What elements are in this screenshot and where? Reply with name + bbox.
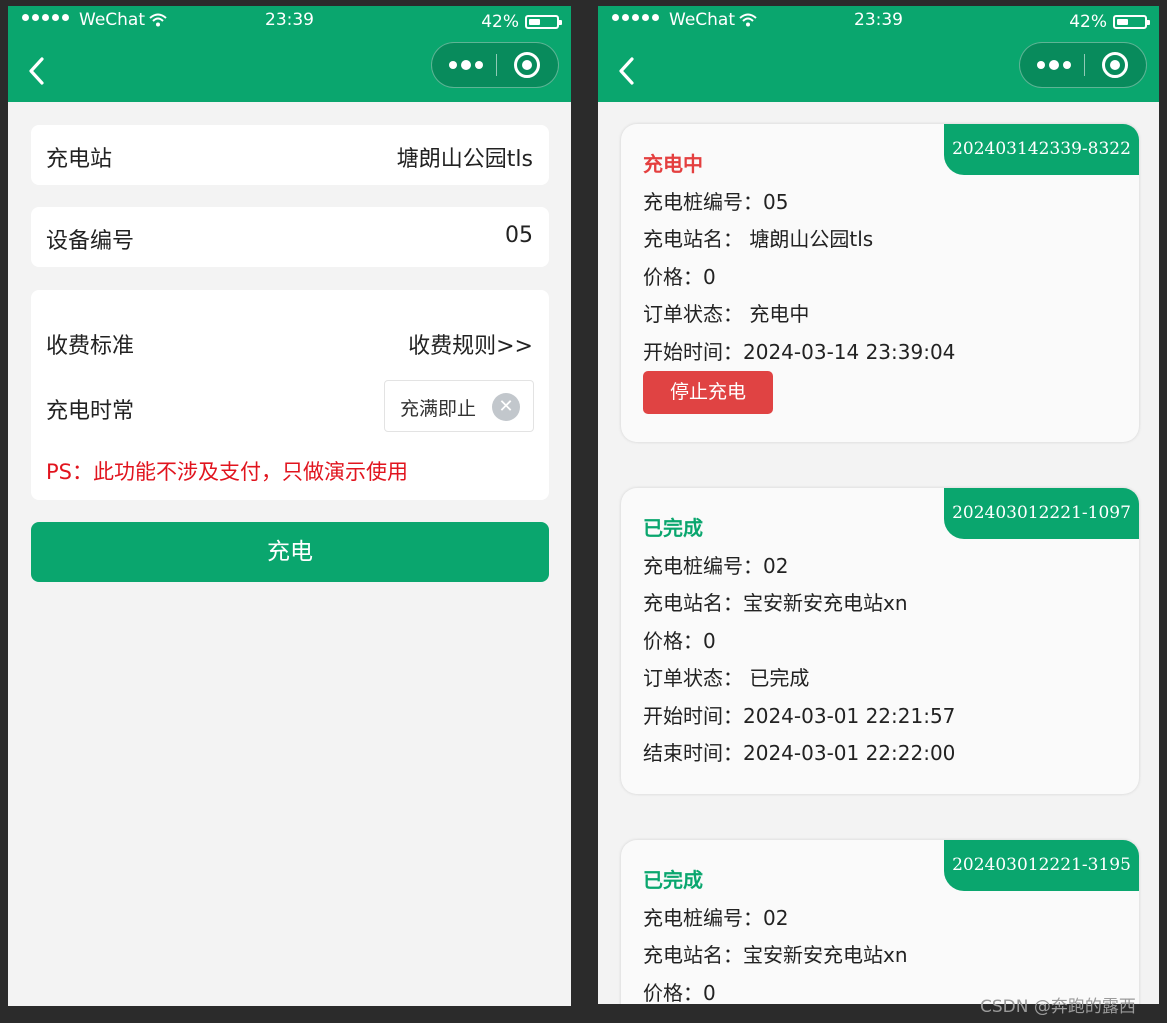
capsule-divider: [1084, 54, 1085, 76]
battery-area: 42%: [1069, 12, 1150, 32]
pile-number: 充电桩编号：05: [643, 190, 789, 214]
battery-area: 42%: [481, 12, 562, 32]
station-row: 充电站 塘朗山公园tls: [31, 125, 549, 185]
order-state: 订单状态： 充电中: [643, 302, 810, 326]
charge-form-screen: WeChat 23:39 42% 充电站 塘朗山公园tls 设备编号 05 收费…: [8, 6, 571, 1006]
battery-icon: [525, 15, 562, 29]
end-time: 结束时间：2024-03-01 22:22:00: [643, 741, 956, 765]
price: 价格：0: [643, 981, 716, 1004]
order-status-charging: 充电中: [643, 152, 703, 176]
pile-number: 充电桩编号：02: [643, 906, 789, 930]
orders-screen: WeChat 23:39 42% 202403142339-8322 充电中 充…: [598, 6, 1159, 1004]
fee-rules-link[interactable]: 收费规则>>: [408, 328, 533, 360]
start-time: 开始时间：2024-03-14 23:39:04: [643, 340, 956, 364]
order-card: 202403012221-1097 已完成 充电桩编号：02 充电站名：宝安新安…: [621, 488, 1139, 794]
price: 价格：0: [643, 629, 716, 653]
order-id-badge: 202403012221-1097: [944, 488, 1139, 539]
station-name: 充电站名：宝安新安充电站xn: [643, 943, 908, 967]
status-bar: WeChat 23:39 42%: [8, 6, 571, 38]
more-dots-icon[interactable]: [1028, 43, 1080, 87]
ps-note: PS：此功能不涉及支付，只做演示使用: [46, 460, 408, 484]
nav-bar: WeChat 23:39 42%: [598, 6, 1159, 102]
device-label: 设备编号: [46, 229, 135, 254]
duration-value: 充满即止: [400, 398, 477, 420]
charge-button[interactable]: 充电: [31, 522, 549, 582]
order-state: 订单状态： 已完成: [643, 666, 810, 690]
device-row: 设备编号 05: [31, 207, 549, 267]
clear-icon[interactable]: ✕: [492, 393, 520, 421]
device-value: 05: [505, 223, 533, 248]
status-bar: WeChat 23:39 42%: [598, 6, 1159, 38]
more-dots-icon[interactable]: [440, 43, 492, 87]
fee-card: 收费标准 收费规则>> 充电时常 充满即止 ✕ PS：此功能不涉及支付，只做演示…: [31, 290, 549, 500]
duration-label: 充电时常: [46, 399, 135, 424]
back-arrow-icon[interactable]: [614, 54, 640, 88]
close-miniprogram-icon[interactable]: [514, 52, 540, 78]
battery-percent: 42%: [1069, 12, 1107, 32]
station-name: 充电站名： 塘朗山公园tls: [643, 227, 874, 251]
price: 价格：0: [643, 265, 716, 289]
capsule-divider: [496, 54, 497, 76]
csdn-watermark: CSDN @奔跑的露西: [980, 997, 1136, 1017]
order-status-done: 已完成: [643, 516, 703, 540]
battery-icon: [1113, 15, 1150, 29]
duration-input[interactable]: 充满即止 ✕: [384, 380, 534, 432]
order-id-badge: 202403142339-8322: [944, 124, 1139, 175]
stop-charging-button[interactable]: 停止充电: [643, 371, 773, 414]
station-value: 塘朗山公园tls: [396, 147, 533, 172]
order-card: 202403142339-8322 充电中 充电桩编号：05 充电站名： 塘朗山…: [621, 124, 1139, 442]
nav-bar: WeChat 23:39 42%: [8, 6, 571, 102]
order-status-done: 已完成: [643, 868, 703, 892]
start-time: 开始时间：2024-03-01 22:21:57: [643, 704, 956, 728]
station-label: 充电站: [46, 147, 113, 172]
pile-number: 充电桩编号：02: [643, 554, 789, 578]
close-miniprogram-icon[interactable]: [1102, 52, 1128, 78]
station-name: 充电站名：宝安新安充电站xn: [643, 591, 908, 615]
mini-program-capsule: [431, 42, 559, 88]
order-card: 202403012221-3195 已完成 充电桩编号：02 充电站名：宝安新安…: [621, 840, 1139, 1004]
battery-percent: 42%: [481, 12, 519, 32]
mini-program-capsule: [1019, 42, 1147, 88]
fee-label: 收费标准: [46, 334, 135, 359]
back-arrow-icon[interactable]: [24, 54, 50, 88]
order-id-badge: 202403012221-3195: [944, 840, 1139, 891]
